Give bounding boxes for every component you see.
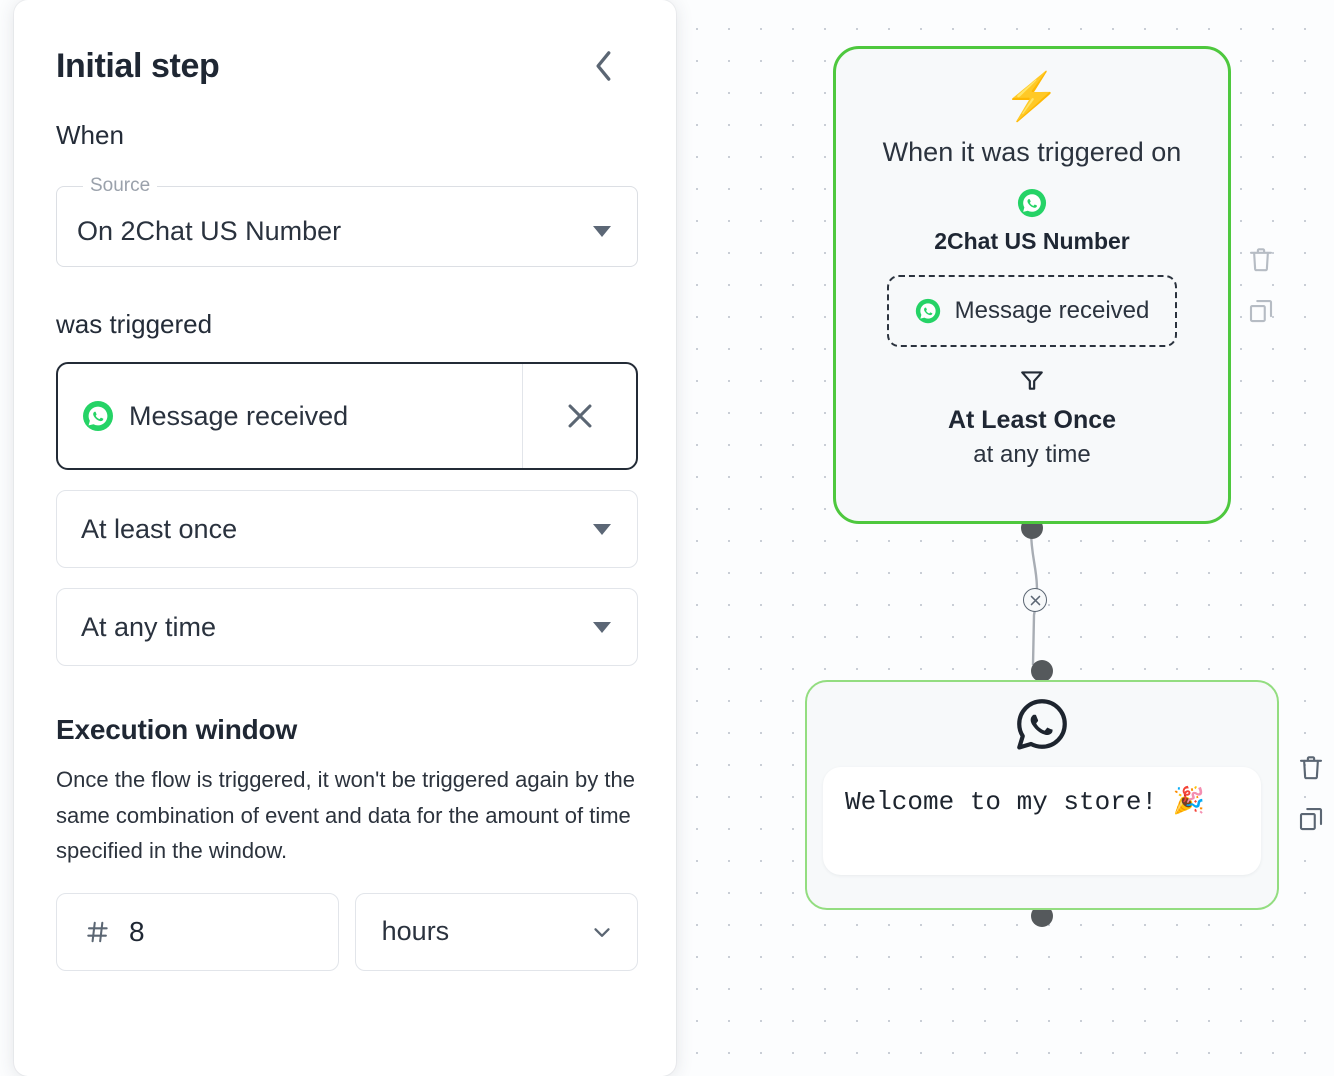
message-text: Welcome to my store! 🎉 xyxy=(845,787,1206,817)
trash-icon[interactable] xyxy=(1246,244,1276,274)
source-value: On 2Chat US Number xyxy=(77,216,342,246)
time-select[interactable]: At any time xyxy=(56,588,638,666)
copy-icon[interactable] xyxy=(1296,804,1326,834)
trigger-headline: When it was triggered on xyxy=(882,137,1182,167)
edge-delete-button[interactable] xyxy=(1023,588,1047,612)
window-amount-input[interactable]: 8 xyxy=(56,892,339,971)
triangle-down-icon[interactable] xyxy=(593,226,611,237)
chevron-down-icon xyxy=(594,928,610,937)
event-field[interactable]: Message received xyxy=(56,362,638,470)
trigger-timing: at any time xyxy=(973,441,1091,468)
whatsapp-icon xyxy=(1017,188,1047,218)
clear-event-button[interactable] xyxy=(522,364,636,468)
collapse-panel-button[interactable] xyxy=(582,44,626,88)
message-bubble[interactable]: Welcome to my store! 🎉 xyxy=(823,767,1261,875)
message-input-handle[interactable] xyxy=(1031,660,1053,682)
execution-window-description: Once the flow is triggered, it won't be … xyxy=(56,767,635,864)
close-icon xyxy=(568,404,591,428)
execution-window-controls: 8 hours xyxy=(56,892,638,971)
trigger-node[interactable]: ⚡ When it was triggered on 2Chat US Numb… xyxy=(833,46,1231,524)
trigger-channel-name: 2Chat US Number xyxy=(934,228,1130,254)
time-value: At any time xyxy=(81,611,217,642)
execution-window-title: Execution window xyxy=(56,714,298,745)
step-settings-panel: Initial step When Source On 2Chat US Num… xyxy=(14,0,676,1076)
was-triggered-label: was triggered xyxy=(56,309,213,339)
panel-header: Initial step xyxy=(56,44,638,88)
triangle-down-icon xyxy=(593,523,611,535)
page-title: Initial step xyxy=(56,46,220,85)
source-field[interactable]: Source On 2Chat US Number xyxy=(56,175,638,267)
window-unit-select[interactable]: hours xyxy=(354,892,638,971)
hash-icon xyxy=(87,921,108,943)
when-label: When xyxy=(56,120,124,150)
lightning-bolt-icon: ⚡ xyxy=(1003,70,1061,122)
trash-icon[interactable] xyxy=(1296,752,1326,782)
triangle-down-icon xyxy=(593,621,611,633)
source-legend: Source xyxy=(90,175,151,196)
whatsapp-outline-icon xyxy=(1014,696,1070,757)
event-value: Message received xyxy=(129,400,349,431)
window-unit-value: hours xyxy=(381,916,450,947)
chevron-left-icon xyxy=(596,51,611,81)
message-node-toolbar xyxy=(1296,752,1326,834)
whatsapp-icon xyxy=(82,400,114,432)
close-circle-icon xyxy=(1030,595,1040,605)
whatsapp-icon xyxy=(915,298,941,324)
window-amount-value: 8 xyxy=(129,915,145,947)
trigger-frequency: At Least Once xyxy=(947,406,1117,434)
frequency-value: At least once xyxy=(81,513,238,544)
trigger-node-toolbar xyxy=(1246,244,1276,326)
trigger-event-label: Message received xyxy=(954,297,1150,324)
funnel-icon xyxy=(1019,367,1045,398)
message-node[interactable]: Welcome to my store! 🎉 xyxy=(805,680,1279,910)
copy-icon[interactable] xyxy=(1246,296,1276,326)
frequency-select[interactable]: At least once xyxy=(56,490,638,568)
trigger-event-chip[interactable]: Message received xyxy=(886,275,1178,347)
